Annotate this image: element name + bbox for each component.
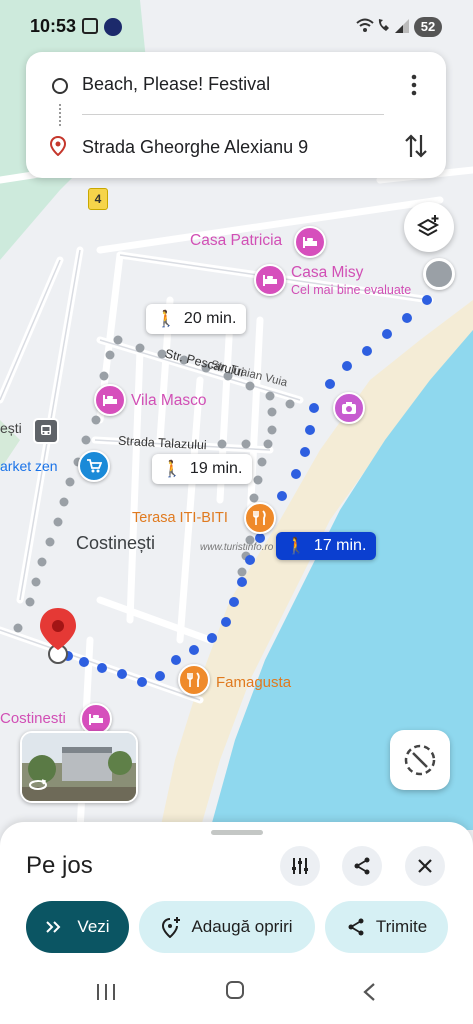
walking-icon: 🚶: [162, 461, 182, 478]
place-label-casa-patricia[interactable]: Casa Patricia: [190, 232, 282, 250]
route-connector: [59, 104, 63, 126]
place-label-terasa[interactable]: Terasa ITI-BITI: [132, 510, 228, 526]
nav-recent-apps-icon[interactable]: [95, 982, 117, 1007]
place-label-esti: ești: [0, 420, 22, 436]
hotel-icon[interactable]: [254, 264, 286, 296]
call-icon: [377, 17, 391, 38]
place-label-famagusta[interactable]: Famagusta: [216, 674, 291, 691]
wifi-icon: [356, 17, 374, 38]
bottom-sheet: Pe jos Vezi Adaugă opriri Trimite: [0, 822, 473, 1024]
hotel-icon[interactable]: [294, 226, 326, 258]
close-button[interactable]: [405, 846, 445, 886]
route-card: Beach, Please! Festival Strada Gheorghe …: [26, 52, 446, 178]
route-time-bubble-19[interactable]: 🚶 19 min.: [152, 454, 253, 484]
origin-marker[interactable]: [423, 258, 455, 290]
route-time-20: 20 min.: [183, 310, 237, 327]
share-icon: [354, 857, 370, 875]
destination-field[interactable]: Strada Gheorghe Alexianu 9: [82, 137, 308, 158]
view-button[interactable]: Vezi: [26, 901, 129, 953]
walking-icon: 🚶: [286, 538, 306, 555]
menu-more-icon[interactable]: [408, 72, 420, 98]
close-icon: [418, 859, 432, 873]
road-number-badge: 4: [88, 188, 108, 210]
double-chevron-icon: [46, 921, 61, 933]
send-button[interactable]: Trimite: [325, 901, 448, 953]
share-icon: [348, 918, 364, 936]
nav-back-icon[interactable]: [362, 982, 376, 1007]
screenshot-icon: [82, 18, 98, 34]
destination-pin-small-icon: [49, 135, 67, 161]
swap-route-icon[interactable]: [404, 132, 428, 165]
add-stops-button[interactable]: Adaugă opriri: [139, 901, 315, 953]
place-label-casa-misy[interactable]: Casa Misy: [291, 264, 363, 282]
layers-button[interactable]: [404, 202, 454, 252]
route-time-bubble-20[interactable]: 🚶 20 min.: [146, 304, 247, 334]
send-label: Trimite: [375, 917, 428, 936]
nav-home-icon[interactable]: [226, 981, 244, 999]
compass-icon: [404, 744, 436, 776]
street-view-thumbnail[interactable]: [20, 731, 138, 803]
hotel-icon[interactable]: [94, 384, 126, 416]
view-button-label: Vezi: [77, 917, 110, 936]
status-bar: 10:53 52: [0, 0, 473, 52]
watermark: www.turistinfo.ro: [200, 542, 274, 553]
battery-indicator: 52: [414, 17, 442, 37]
status-time: 10:53: [30, 16, 77, 36]
origin-circle-icon: [52, 78, 68, 94]
drag-handle[interactable]: [211, 830, 263, 835]
origin-field[interactable]: Beach, Please! Festival: [82, 74, 270, 95]
town-label: Costinești: [76, 533, 156, 553]
restaurant-icon[interactable]: [244, 502, 276, 534]
add-location-icon: [162, 917, 181, 938]
divider: [82, 114, 384, 115]
share-button[interactable]: [342, 846, 382, 886]
place-label-vila-masco[interactable]: Vila Masco: [131, 392, 207, 410]
rotate-360-icon: [28, 777, 48, 793]
walking-icon: 🚶: [156, 311, 176, 328]
add-stops-label: Adaugă opriri: [191, 917, 293, 936]
destination-pin-icon[interactable]: [38, 606, 78, 666]
app-notification-icon: [104, 18, 122, 36]
bus-stop-icon[interactable]: [33, 418, 59, 444]
sheet-title: Pe jos: [26, 852, 93, 879]
compass-button[interactable]: [390, 730, 450, 790]
options-button[interactable]: [280, 846, 320, 886]
route-time-17: 17 min.: [313, 537, 367, 554]
camera-icon[interactable]: [333, 392, 365, 424]
place-sublabel-casa-misy: Cel mai bine evaluate: [291, 283, 412, 297]
restaurant-icon[interactable]: [178, 664, 210, 696]
signal-icon: [394, 18, 410, 39]
market-label[interactable]: arket zen: [0, 458, 58, 474]
route-time-19: 19 min.: [189, 460, 243, 477]
shopping-cart-icon[interactable]: [78, 450, 110, 482]
route-time-bubble-17-selected[interactable]: 🚶 17 min.: [276, 532, 377, 560]
tune-icon: [292, 858, 308, 874]
layers-icon: [416, 215, 440, 237]
place-label-costinesti[interactable]: Costinesti: [0, 710, 66, 727]
